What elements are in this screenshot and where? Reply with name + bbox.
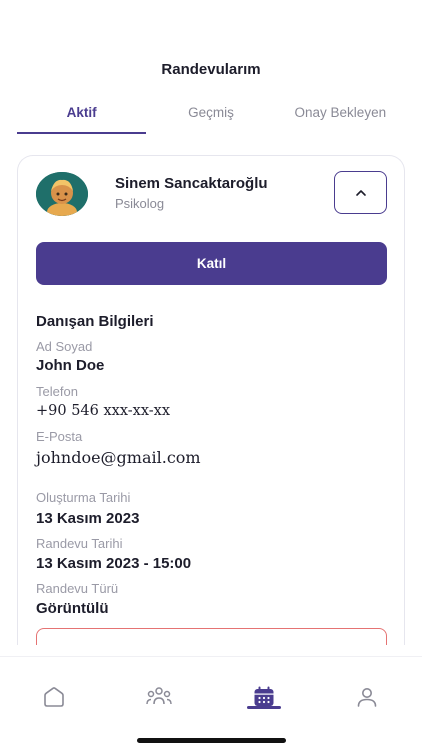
phone-value: +90 546 xxx-xx-xx bbox=[36, 403, 171, 419]
created-date-value: 13 Kasım 2023 bbox=[36, 510, 140, 527]
appointment-date-value: 13 Kasım 2023 - 15:00 bbox=[36, 555, 192, 572]
cancel-button[interactable] bbox=[36, 628, 387, 645]
collapse-button[interactable] bbox=[334, 171, 387, 214]
home-indicator bbox=[137, 738, 286, 743]
tab-pending-approval[interactable]: Onay Bekleyen bbox=[276, 96, 405, 134]
created-date-label: Oluşturma Tarihi bbox=[36, 490, 131, 505]
doctor-name: Sinem Sancaktaroğlu bbox=[115, 175, 268, 192]
appointment-date-label: Randevu Tarihi bbox=[36, 536, 123, 551]
name-label: Ad Soyad bbox=[36, 339, 93, 354]
nav-appointments[interactable] bbox=[244, 677, 284, 717]
join-button[interactable]: Katıl bbox=[36, 242, 387, 285]
doctor-avatar bbox=[36, 172, 88, 216]
nav-home[interactable] bbox=[34, 677, 74, 717]
name-value: John Doe bbox=[36, 357, 105, 374]
doctor-role: Psikolog bbox=[115, 196, 165, 211]
nav-community[interactable] bbox=[139, 677, 179, 717]
nav-profile[interactable] bbox=[347, 677, 387, 717]
appointment-type-value: Görüntülü bbox=[36, 600, 109, 617]
home-icon bbox=[44, 687, 64, 707]
tab-active[interactable]: Aktif bbox=[17, 96, 147, 134]
people-group-icon bbox=[146, 687, 172, 705]
active-nav-indicator bbox=[247, 706, 281, 709]
appointment-card: Sinem Sancaktaroğlu Psikolog Katıl Danış… bbox=[17, 155, 405, 645]
page-title: Randevularım bbox=[161, 61, 261, 78]
appointment-type-label: Randevu Türü bbox=[36, 581, 119, 596]
email-label: E-Posta bbox=[36, 429, 83, 444]
phone-label: Telefon bbox=[36, 384, 78, 399]
client-info-title: Danışan Bilgileri bbox=[36, 313, 154, 330]
tab-past[interactable]: Geçmiş bbox=[146, 96, 275, 134]
bottom-navigation bbox=[0, 656, 422, 750]
appointment-tabs: Aktif Geçmiş Onay Bekleyen bbox=[17, 96, 405, 134]
profile-icon bbox=[357, 688, 377, 707]
email-value: johndoe@gmail.com bbox=[36, 448, 201, 467]
chevron-up-icon bbox=[355, 189, 366, 196]
